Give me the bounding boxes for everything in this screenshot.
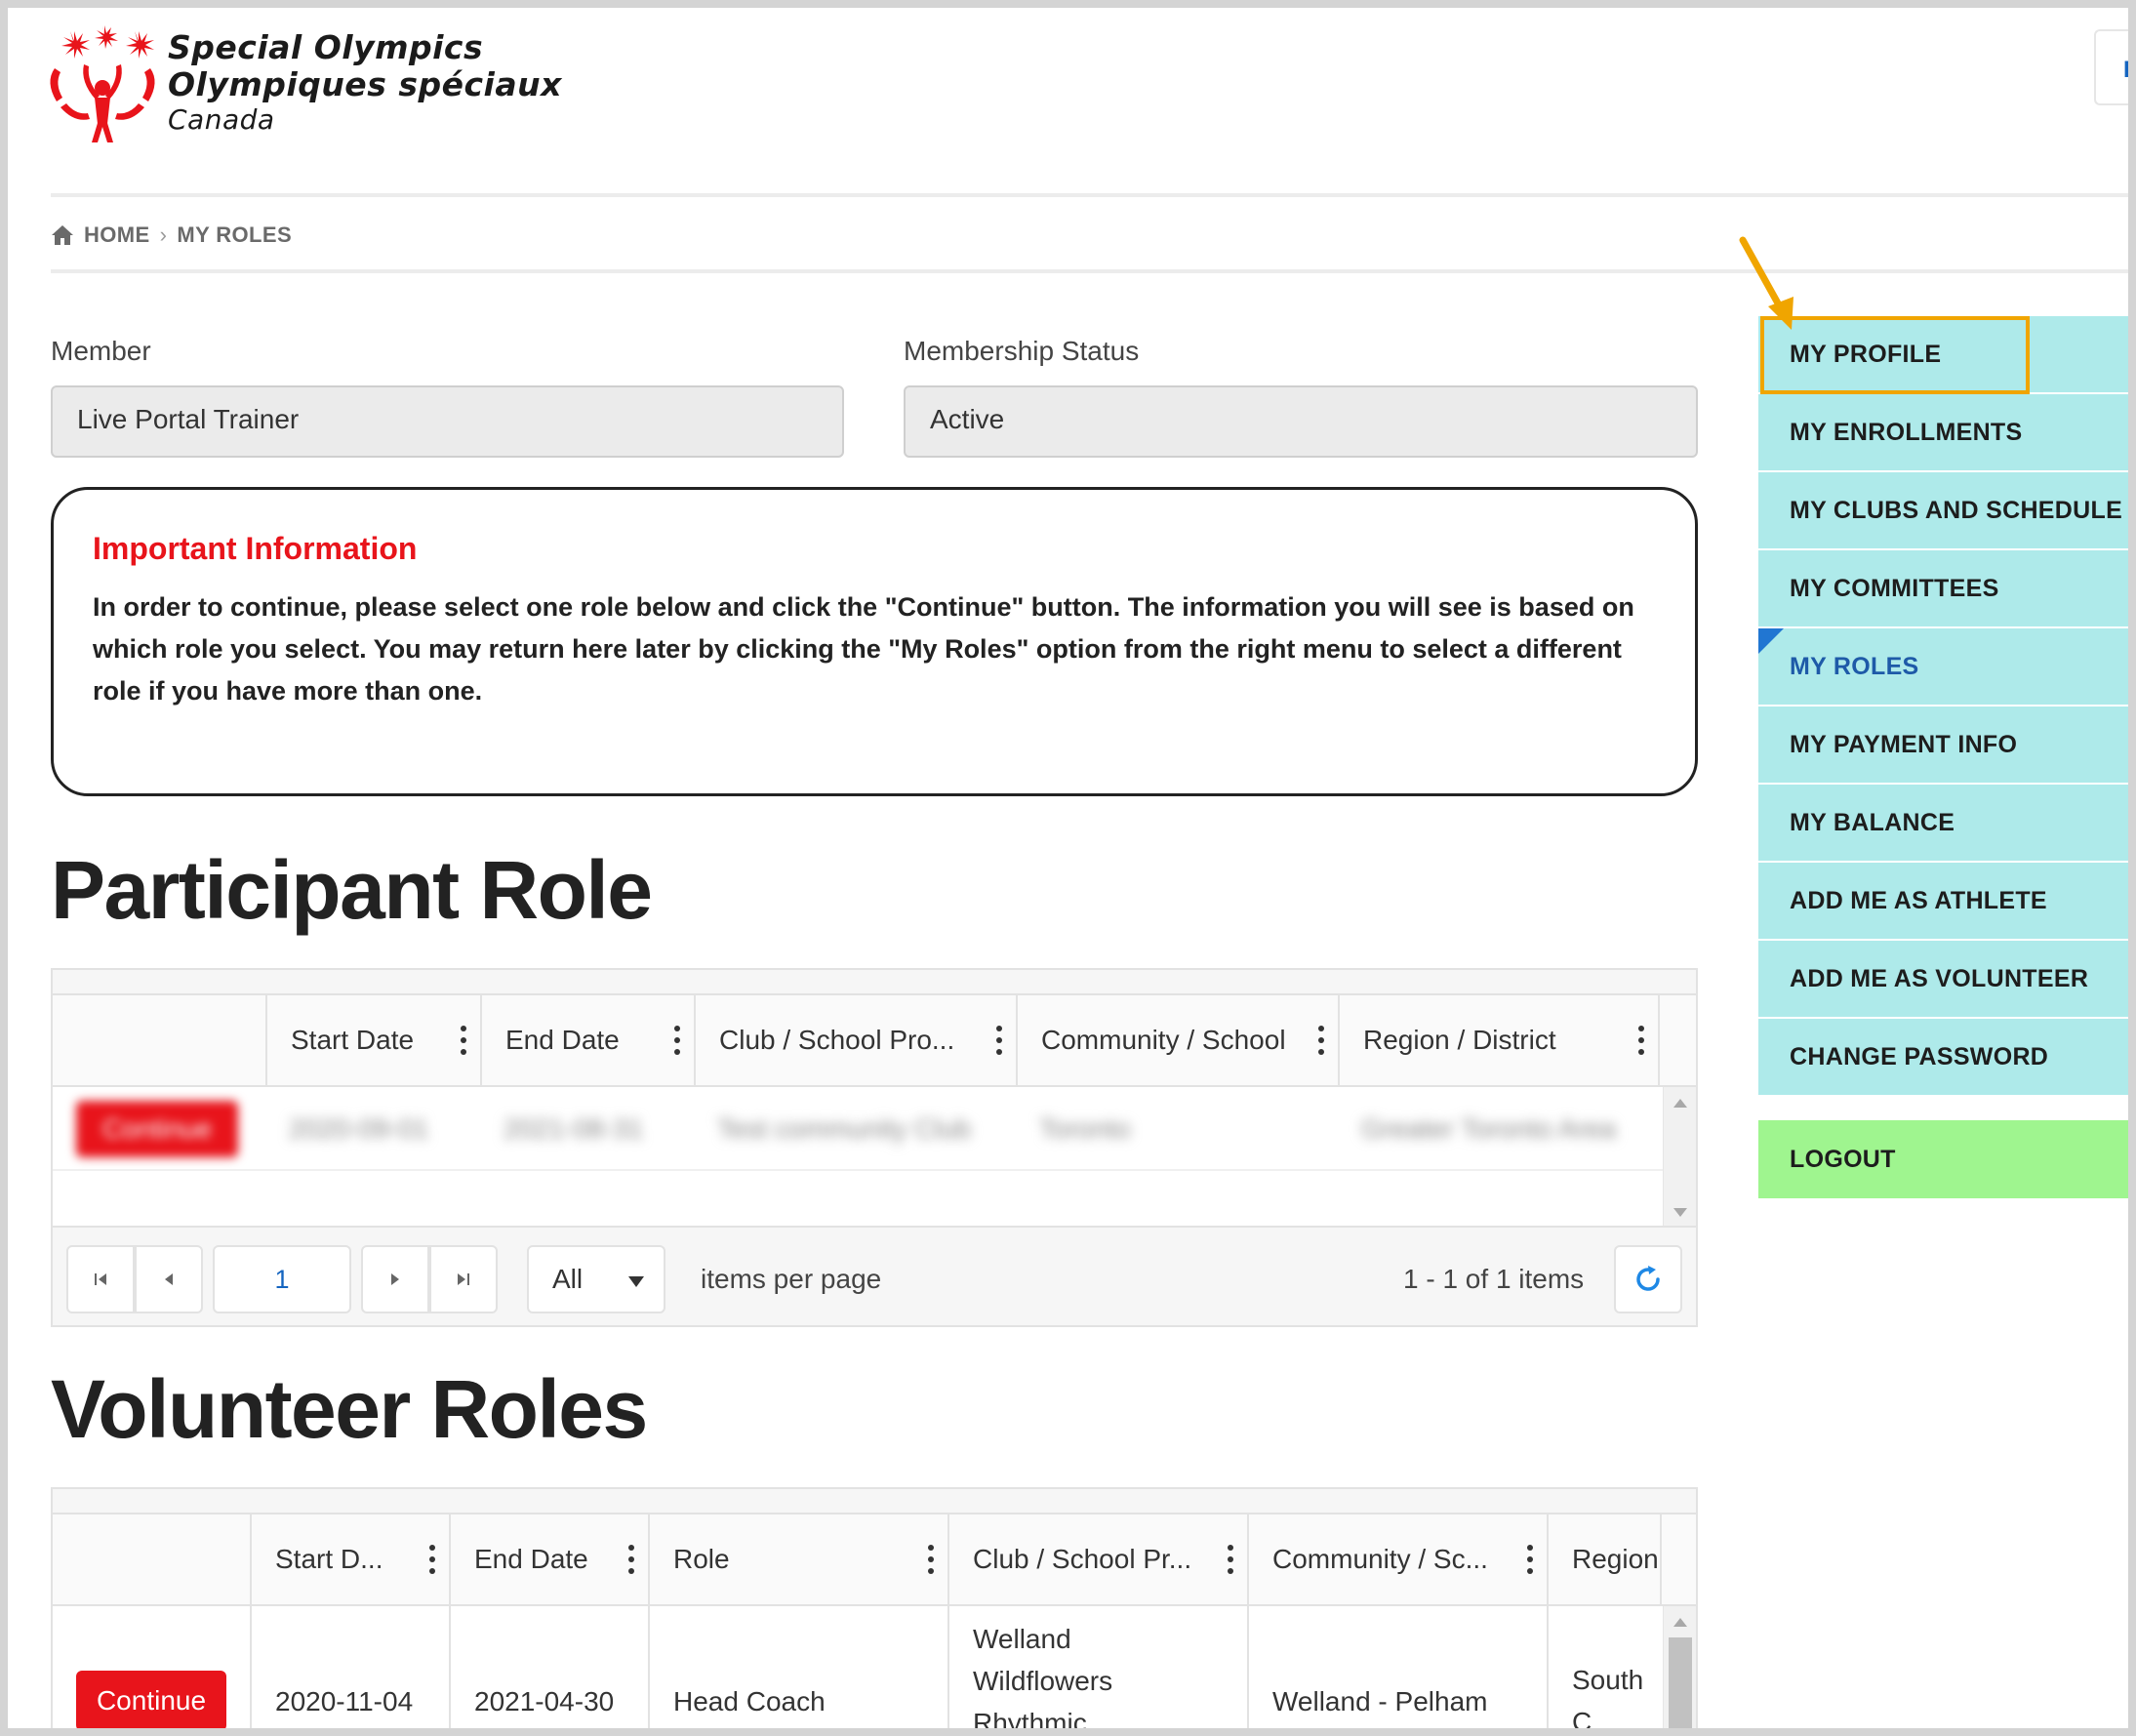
column-header-role[interactable]: Role [648,1514,947,1604]
participant-role-heading: Participant Role [51,844,653,936]
breadcrumb-current: MY ROLES [177,222,293,247]
participant-grid-body: Continue 2020-09-01 2021-08-31 Test comm… [53,1087,1696,1226]
column-header-start-date[interactable]: Start Date [265,995,480,1085]
column-header-start-date[interactable]: Start D... [250,1514,449,1604]
brand-line-english: Special Olympics [168,28,484,66]
next-page-icon[interactable] [361,1245,429,1313]
membership-status-label: Membership Status [904,336,1140,366]
column-menu-icon[interactable] [1228,1545,1233,1574]
volunteer-grid-body: Continue 2020-11-04 2021-04-30 Head Coac… [53,1606,1696,1728]
community-cell: Welland - Pelham [1247,1606,1547,1728]
account-side-menu: MY PROFILE MY ENROLLMENTS MY CLUBS AND S… [1758,316,2128,1198]
logout-button[interactable]: LOGOUT [1758,1120,2128,1198]
volunteer-roles-grid: Start D... End Date Role Club / School P… [51,1487,1698,1728]
column-menu-icon[interactable] [461,1026,466,1055]
volunteer-roles-heading: Volunteer Roles [51,1363,648,1455]
brand-name: Special Olympics Olympiques spéciaux Can… [168,29,562,137]
end-date-cell: 2021-04-30 [449,1606,614,1728]
scroll-up-icon[interactable] [1673,1618,1687,1627]
menu-item-my-balance[interactable]: MY BALANCE [1758,785,2128,863]
brand-line-french: Olympiques spéciaux [168,65,562,103]
table-row: Continue 2020-09-01 2021-08-31 Test comm… [53,1087,1663,1171]
column-menu-icon[interactable] [1638,1026,1644,1055]
column-menu-icon[interactable] [928,1545,934,1574]
items-per-page-label: items per page [701,1264,882,1294]
continue-button[interactable]: Continue [76,1101,238,1157]
first-page-icon[interactable] [66,1245,135,1313]
breadcrumb-home-link[interactable]: HOME [84,222,150,248]
page-size-select[interactable]: All [527,1245,665,1313]
vertical-scrollbar[interactable] [1663,1606,1696,1728]
participant-role-grid: Start Date End Date Club / School Pro...… [51,968,1698,1327]
column-menu-icon[interactable] [674,1026,680,1055]
special-olympics-logo [50,25,155,142]
scroll-up-icon[interactable] [1673,1099,1687,1108]
dropdown-caret-icon [628,1276,644,1287]
info-title: Important Information [93,531,418,566]
header-divider [51,193,2128,197]
start-date-cell: 2020-11-04 [250,1606,413,1728]
menu-item-my-clubs-and-schedule[interactable]: MY CLUBS AND SCHEDULE [1758,472,2128,550]
column-menu-icon[interactable] [1318,1026,1324,1055]
member-label: Member [51,336,151,366]
table-row: Continue 2020-11-04 2021-04-30 Head Coac… [53,1606,1663,1728]
club-cell: Test community Club [717,1113,971,1144]
role-cell: Head Coach [648,1606,826,1728]
info-text: In order to continue, please select one … [93,592,1634,706]
breadcrumb-divider [51,269,2128,273]
continue-button[interactable]: Continue [76,1671,226,1728]
column-menu-icon[interactable] [1527,1545,1533,1574]
column-header-region[interactable]: Region [1547,1514,1662,1604]
scroll-down-icon[interactable] [1673,1208,1687,1217]
column-header-community-school[interactable]: Community / School [1016,995,1338,1085]
pager-summary: 1 - 1 of 1 items [1403,1264,1585,1294]
page-number-input[interactable]: 1 [213,1245,351,1313]
column-menu-icon[interactable] [429,1545,435,1574]
last-page-icon[interactable] [429,1245,498,1313]
important-information-box: Important Information In order to contin… [51,487,1698,796]
menu-item-add-me-as-volunteer[interactable]: ADD ME AS VOLUNTEER [1758,941,2128,1019]
language-toggle-button[interactable]: E [2094,29,2128,105]
membership-status-field: Active [904,385,1698,458]
start-date-cell: 2020-09-01 [289,1113,429,1144]
chevron-right-icon: › [159,222,168,247]
menu-item-my-roles[interactable]: MY ROLES [1758,628,2128,707]
breadcrumb: HOME › MY ROLES [51,222,292,248]
menu-item-my-payment-info[interactable]: MY PAYMENT INFO [1758,707,2128,785]
community-cell: Toronto [1039,1113,1131,1144]
column-header-region-district[interactable]: Region / District [1338,995,1660,1085]
home-icon[interactable] [51,224,74,246]
annotation-arrow-icon [1739,236,1793,330]
participant-grid-header: Start Date End Date Club / School Pro...… [53,993,1696,1087]
vertical-scrollbar[interactable] [1663,1087,1696,1226]
scroll-thumb[interactable] [1669,1637,1692,1728]
menu-item-my-committees[interactable]: MY COMMITTEES [1758,550,2128,628]
region-cell: South C Ontario [1547,1606,1662,1728]
end-date-cell: 2021-08-31 [504,1113,644,1144]
screenshot-frame: Special Olympics Olympiques spéciaux Can… [0,0,2136,1736]
club-cell: Welland Wildflowers Rhythmic [947,1606,1247,1728]
column-header-club-school[interactable]: Club / School Pr... [947,1514,1247,1604]
column-menu-icon[interactable] [628,1545,634,1574]
region-cell: Greater Toronto Area [1361,1113,1616,1144]
menu-item-add-me-as-athlete[interactable]: ADD ME AS ATHLETE [1758,863,2128,941]
column-menu-icon[interactable] [996,1026,1002,1055]
column-header-club-school[interactable]: Club / School Pro... [694,995,1016,1085]
menu-item-change-password[interactable]: CHANGE PASSWORD [1758,1019,2128,1097]
brand-line-country: Canada [168,103,275,136]
menu-item-my-enrollments[interactable]: MY ENROLLMENTS [1758,394,2128,472]
column-header-community-school[interactable]: Community / Sc... [1247,1514,1547,1604]
participant-pager: 1 All items per page 1 - 1 of 1 items [53,1226,1696,1325]
volunteer-grid-header: Start D... End Date Role Club / School P… [53,1513,1696,1606]
refresh-icon[interactable] [1614,1245,1682,1313]
column-header-end-date[interactable]: End Date [449,1514,648,1604]
previous-page-icon[interactable] [135,1245,203,1313]
column-header-end-date[interactable]: End Date [480,995,694,1085]
member-field: Live Portal Trainer [51,385,844,458]
menu-item-my-profile[interactable]: MY PROFILE [1758,316,2128,394]
